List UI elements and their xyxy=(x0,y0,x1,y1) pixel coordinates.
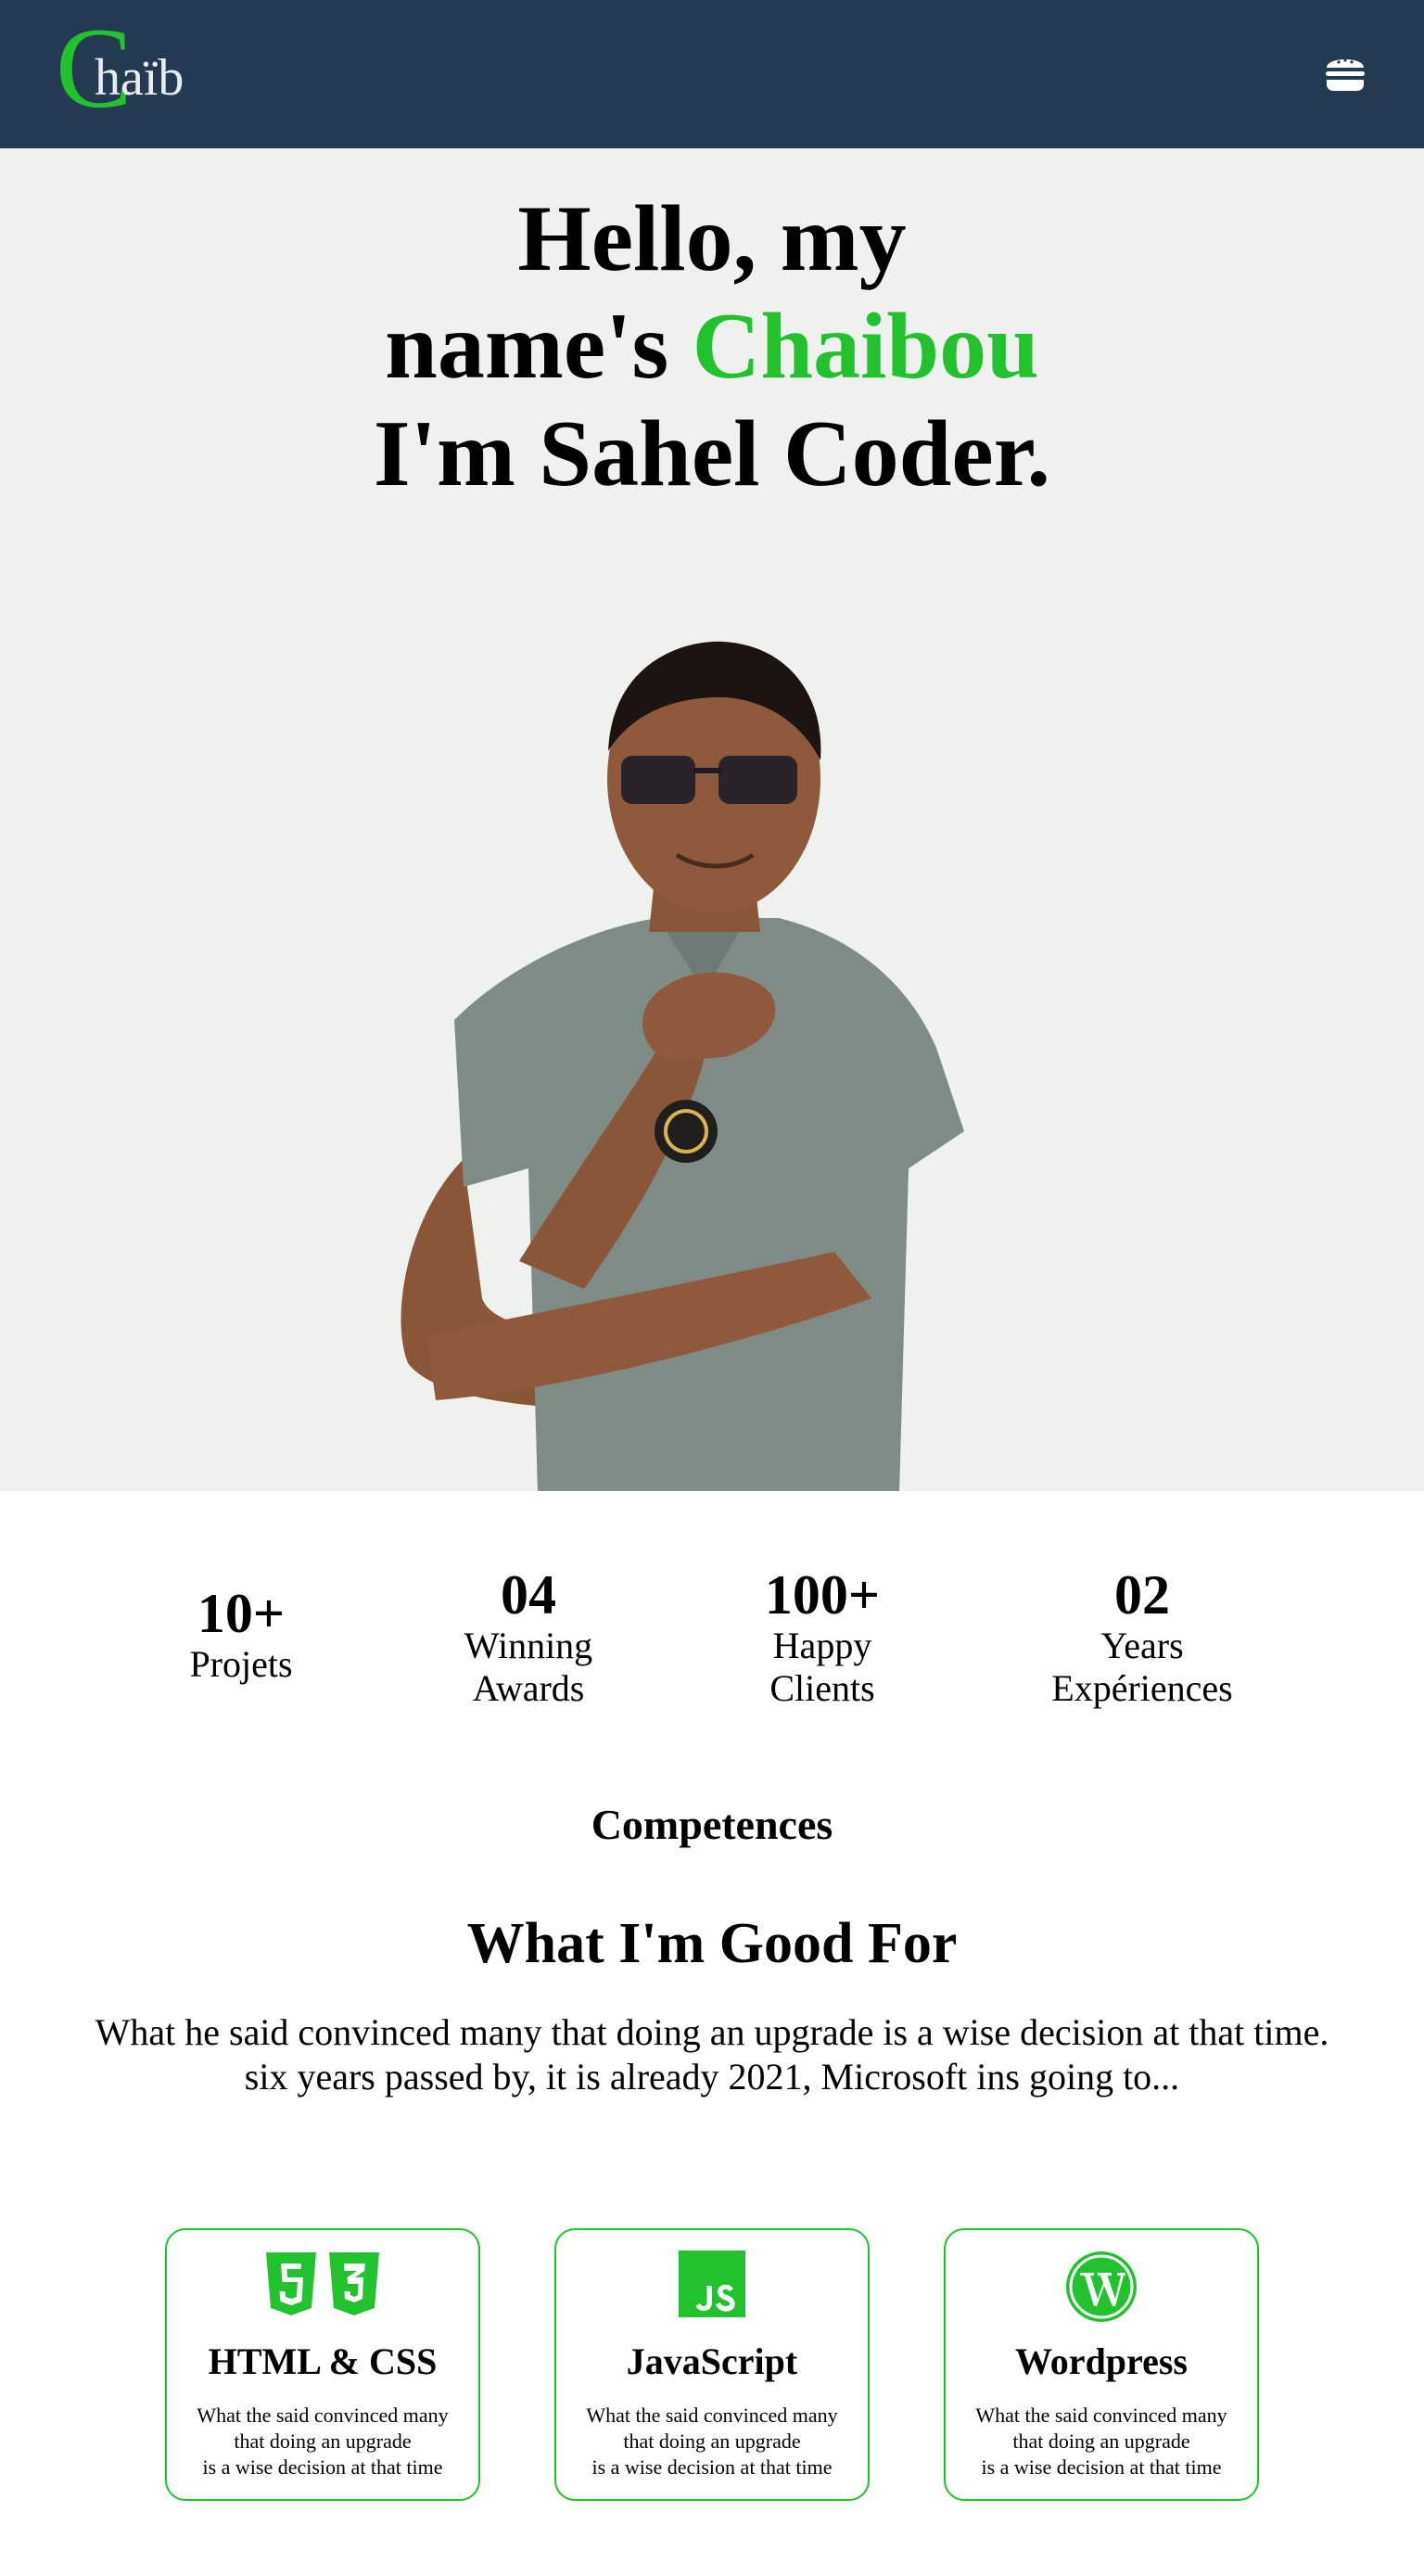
css3-icon xyxy=(329,2252,379,2315)
stat-number: 100+ xyxy=(764,1564,881,1626)
stat-number: 04 xyxy=(501,1564,556,1626)
card-text: What the said convinced many that doing … xyxy=(586,2404,838,2479)
profile-photo xyxy=(400,641,964,1491)
card-icons xyxy=(167,2251,478,2321)
description-line-1: What he said convinced many that doing a… xyxy=(95,2011,1329,2053)
stat-label-line-2: Awards xyxy=(472,1667,585,1709)
menu-button[interactable] xyxy=(1322,50,1368,96)
stat-number: 10+ xyxy=(197,1583,286,1644)
card-title: HTML & CSS xyxy=(208,2340,438,2382)
stat-label-line-2: Expériences xyxy=(1051,1667,1233,1709)
html5-icon xyxy=(266,2252,316,2315)
stat-label: Winning xyxy=(464,1625,593,1666)
hero-section: Hello, my name's Chaibou I'm Sahel Coder… xyxy=(0,148,1424,1491)
card-icons xyxy=(946,2251,1257,2322)
section-kicker: Competences xyxy=(591,1801,833,1848)
stat-awards: 04 Winning Awards xyxy=(426,1565,630,1710)
stat-label: Years xyxy=(1100,1625,1184,1666)
stat-label: Happy xyxy=(772,1625,872,1666)
logo-text: haïb xyxy=(95,49,184,107)
skill-card-html-css[interactable]: HTML & CSS What the said convinced many … xyxy=(165,2228,480,2501)
card-text: What the said convinced many that doing … xyxy=(975,2404,1227,2479)
stats-section: 10+ Projets 04 Winning Awards 100+ Happy… xyxy=(0,1491,1424,1769)
stat-clients: 100+ Happy Clients xyxy=(720,1565,924,1710)
hero-heading: Hello, my name's Chaibou I'm Sahel Coder… xyxy=(0,185,1424,508)
hero-line-3: I'm Sahel Coder. xyxy=(373,402,1051,506)
navbar: C haïb xyxy=(0,0,1424,148)
wordpress-icon xyxy=(1066,2251,1137,2322)
description-line-2: six years passed by, it is already 2021,… xyxy=(244,2056,1180,2098)
stat-label: Projets xyxy=(189,1643,293,1685)
card-title: Wordpress xyxy=(1015,2340,1188,2382)
section-description: What he said convinced many that doing a… xyxy=(56,2010,1368,2099)
card-text: What the said convinced many that doing … xyxy=(197,2404,449,2479)
card-icons xyxy=(556,2251,868,2321)
skill-card-javascript[interactable]: JavaScript What the said convinced many … xyxy=(554,2228,870,2501)
hero-line-2-prefix: name's xyxy=(385,294,693,399)
stat-experience: 02 Years Expériences xyxy=(1012,1565,1272,1710)
skill-card-wordpress[interactable]: Wordpress What the said convinced many t… xyxy=(944,2228,1259,2501)
logo[interactable]: C haïb xyxy=(56,11,204,128)
stat-label-line-2: Clients xyxy=(769,1667,875,1709)
card-title: JavaScript xyxy=(626,2340,798,2382)
hero-line-1: Hello, my xyxy=(517,186,907,291)
hamburger-icon xyxy=(1326,58,1365,91)
hero-name: Chaibou xyxy=(692,294,1039,399)
stat-projects: 10+ Projets xyxy=(148,1584,334,1686)
section-title: What I'm Good For xyxy=(466,1912,958,1975)
javascript-icon xyxy=(679,2251,745,2317)
stat-number: 02 xyxy=(1114,1564,1170,1626)
